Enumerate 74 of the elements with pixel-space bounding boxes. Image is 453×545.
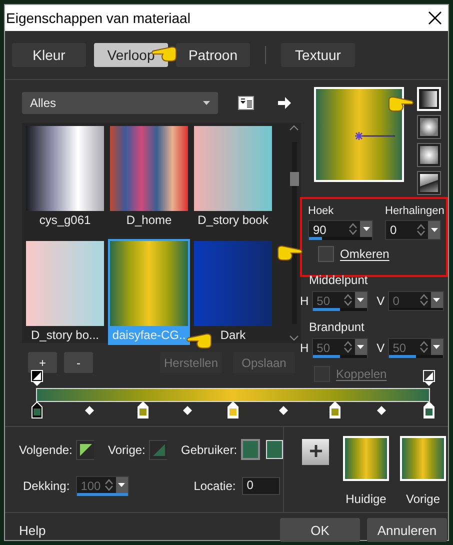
gradient-style-button[interactable] [417,171,441,195]
field-label: Herhalingen [385,205,444,217]
next-color-swatch-icon[interactable] [76,440,94,460]
up-down-arrows-icon[interactable] [414,224,428,236]
caret-icon[interactable] [203,101,210,105]
tab[interactable]: Kleur [12,43,86,67]
color-stop-marker[interactable] [328,402,341,419]
field-label: Gebruiker: [181,442,238,456]
gradient-tile[interactable]: D_story book [194,126,272,228]
field-label: V [376,341,385,355]
list-view-icon[interactable] [238,96,254,110]
field-label: Volgende: [19,442,72,456]
scroll-up-icon[interactable] [289,125,299,131]
field-label: Dekking: [23,479,70,493]
caret-icon[interactable] [362,227,370,231]
color-stop-marker[interactable] [136,402,149,419]
previous-color-swatch-icon[interactable] [149,440,167,460]
tab[interactable]: Verloop [94,43,168,67]
center-point-handle[interactable] [355,131,395,141]
section-label: Middelpunt [309,273,369,287]
checkbox[interactable] [318,246,334,262]
dropdown-button[interactable] [428,221,440,239]
field-label: H [300,294,309,308]
section-label: Brandpunt [309,320,366,334]
dropdown-button[interactable] [360,221,372,237]
field-label: Vorige: [108,442,146,456]
color-stop-marker[interactable] [31,402,43,419]
window-title: Eigenschappen van materiaal [6,10,190,26]
midpoint-marker[interactable] [376,406,386,415]
ok-button[interactable]: OK [280,518,360,542]
gradient-tile[interactable]: Dark [194,240,272,343]
remove-button[interactable]: - [64,352,93,373]
midpoint-marker[interactable] [182,406,192,415]
repeats-spinner[interactable]: 0 [385,220,441,240]
user-color-swatch[interactable] [241,439,260,460]
pointing-hand-icon [277,244,303,262]
checkbox-label[interactable]: Omkeren [340,247,390,261]
gradient-swatch[interactable] [343,436,389,481]
pointing-hand-icon [186,332,212,350]
midpoint-marker[interactable] [84,406,94,415]
gradient-style-button[interactable] [417,143,441,167]
category-dropdown[interactable]: Alles [22,92,218,114]
caret-icon[interactable] [430,228,438,232]
angle-spinner[interactable]: 90 [308,220,373,240]
tab[interactable]: Patroon [176,43,250,67]
midpoint-marker[interactable] [278,406,288,415]
location-field[interactable]: 0 [242,477,280,495]
pointing-hand-icon [388,95,414,113]
gradient-style-button[interactable] [417,115,441,139]
gradient-tile[interactable]: D_home [110,126,188,228]
swatch-label: Huidige [346,492,386,506]
field-label: Hoek [308,205,335,217]
cancel-button[interactable]: Annuleren [367,518,447,542]
gradient-tile[interactable]: D_story bo... [26,240,104,343]
plus-icon [310,444,322,456]
add-swatch-button[interactable] [302,439,329,465]
color-stop-marker[interactable] [227,402,239,419]
gradient-swatch[interactable] [400,436,446,481]
opacity-stop-marker[interactable] [31,370,43,386]
swatch-label: Vorige [406,492,440,506]
arrow-right-icon[interactable] [278,97,291,109]
field-label: V [376,294,385,308]
tab[interactable]: Textuur [281,43,355,67]
up-down-arrows-icon[interactable] [346,223,360,235]
add-button[interactable]: + [28,352,57,373]
scrollbar[interactable] [292,142,296,324]
gradient-tile[interactable]: cys_g061 [26,126,104,228]
field-label: Locatie: [194,479,236,493]
field-label: H [300,341,309,355]
color-stop-marker[interactable] [423,402,435,419]
scroll-down-icon[interactable] [289,335,299,341]
help-link[interactable]: Help [19,522,46,538]
opacity-stop-marker[interactable] [423,370,435,386]
close-icon[interactable] [428,11,442,25]
